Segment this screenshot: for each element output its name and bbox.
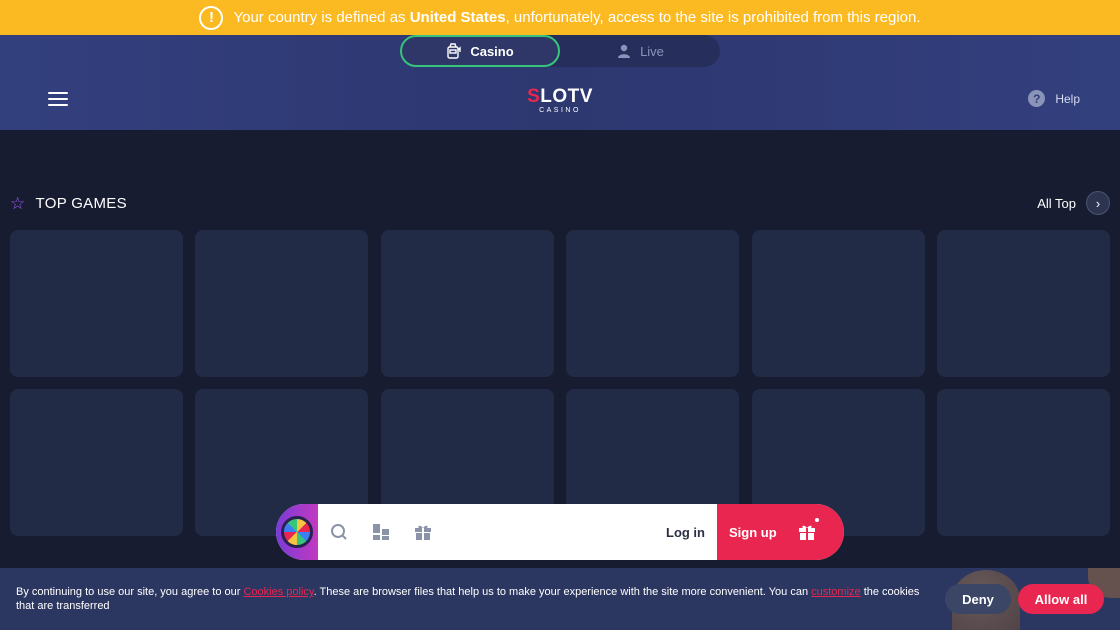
tab-casino-label: Casino [470, 43, 514, 59]
top-games-title: TOP GAMES [35, 194, 127, 212]
game-card-placeholder[interactable] [936, 230, 1110, 377]
games-button[interactable] [360, 504, 402, 560]
top-games-grid [10, 230, 1110, 536]
site-header: Casino Live SLOTV CASINO ? Help [0, 35, 1120, 130]
question-circle-icon: ? [1028, 90, 1046, 107]
logo-wordmark: SLOTV [527, 86, 593, 107]
game-card-placeholder[interactable] [10, 389, 183, 536]
cookie-consent-text: By continuing to use our site, you agree… [16, 586, 920, 612]
tab-live[interactable]: Live [560, 35, 720, 67]
fortune-wheel-button[interactable] [276, 504, 318, 560]
exclamation-circle-icon: ! [199, 5, 224, 30]
logo-subtitle: CASINO [539, 107, 581, 114]
region-warning-bar: ! Your country is defined as United Stat… [0, 0, 1120, 35]
allow-all-cookies-button[interactable]: Allow all [1018, 584, 1104, 614]
customize-cookies-link[interactable]: customize [811, 586, 861, 598]
tab-casino[interactable]: Casino [400, 35, 560, 67]
mode-switch: Casino Live [400, 35, 720, 67]
grid-blocks-icon [373, 524, 389, 540]
help-link[interactable]: ? Help [1028, 90, 1080, 107]
hamburger-menu-icon[interactable] [48, 92, 68, 106]
top-games-header: ☆ TOP GAMES All Top › [10, 191, 1110, 215]
fortune-wheel-icon [281, 516, 313, 548]
game-card-placeholder[interactable] [10, 230, 183, 377]
all-top-label: All Top [1037, 195, 1076, 211]
signup-label: Sign up [729, 524, 777, 540]
cookies-policy-link[interactable]: Cookies policy [243, 586, 313, 598]
search-button[interactable] [318, 504, 360, 560]
slot-machine-icon [447, 43, 462, 59]
signup-button[interactable]: Sign up [717, 504, 844, 560]
search-icon [331, 524, 347, 540]
gift-icon [415, 525, 431, 540]
game-card-placeholder[interactable] [195, 230, 369, 377]
game-card-placeholder[interactable] [566, 230, 740, 377]
warning-country: United States [409, 9, 506, 26]
bottom-action-bar: Log in Sign up [276, 504, 844, 560]
game-card-placeholder[interactable] [936, 389, 1110, 536]
chevron-right-icon[interactable]: › [1086, 191, 1110, 215]
region-warning-text: Your country is defined as United States… [233, 9, 921, 26]
gift-icon [799, 525, 815, 540]
deny-cookies-button[interactable]: Deny [945, 584, 1011, 614]
login-button[interactable]: Log in [654, 525, 717, 540]
cookie-consent-bar: By continuing to use our site, you agree… [0, 568, 1120, 630]
gift-button[interactable] [402, 504, 444, 560]
notification-dot [815, 518, 819, 522]
site-logo[interactable]: SLOTV CASINO [524, 87, 596, 115]
all-top-link[interactable]: All Top › [1037, 191, 1110, 215]
game-card-placeholder[interactable] [380, 230, 554, 377]
tab-live-label: Live [640, 43, 664, 59]
game-card-placeholder[interactable] [751, 230, 925, 377]
star-outline-icon: ☆ [10, 193, 26, 213]
help-label: Help [1055, 91, 1080, 106]
section-title: ☆ TOP GAMES [10, 195, 127, 212]
live-dealer-icon [618, 44, 631, 58]
